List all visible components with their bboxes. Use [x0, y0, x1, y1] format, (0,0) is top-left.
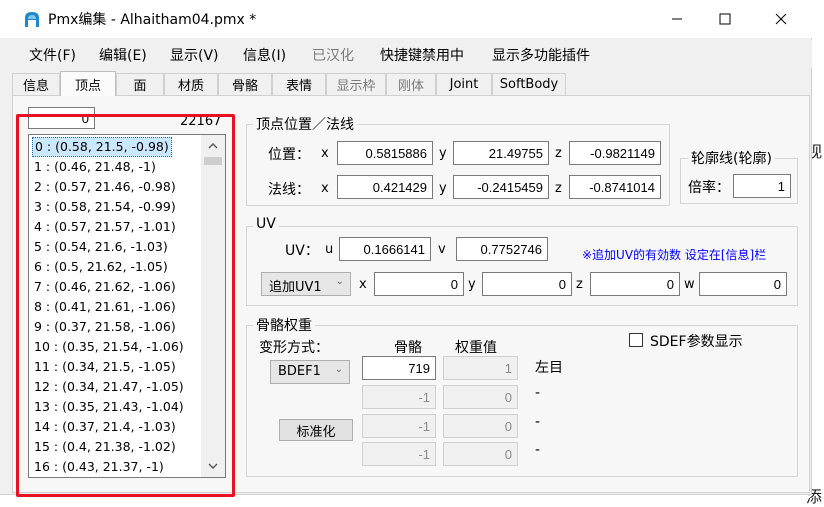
maximize-icon — [719, 13, 731, 25]
tab-label: 顶点 — [74, 78, 101, 94]
menu-view[interactable]: 显示(V) — [170, 45, 219, 65]
tab-info[interactable]: 信息 — [12, 73, 60, 95]
outline-rate-label: 倍率： — [688, 180, 730, 196]
minimize-button[interactable] — [654, 0, 700, 38]
bone4-index-input[interactable] — [362, 442, 436, 466]
tab-joint[interactable]: Joint — [436, 73, 492, 95]
bone4-weight-input[interactable] — [443, 442, 518, 466]
normalize-button[interactable]: 标准化 — [279, 419, 353, 441]
bone1-weight-input[interactable] — [443, 356, 518, 380]
normal-x-label: x — [321, 181, 329, 196]
bone-weight-title: 骨骼权重 — [253, 315, 315, 335]
bone2-weight-input[interactable] — [443, 385, 518, 409]
tab-label: 材质 — [177, 79, 204, 94]
position-z-input[interactable] — [569, 141, 661, 165]
highlight-annotation-box — [16, 114, 235, 497]
uv-u-label: u — [325, 242, 334, 257]
add-uv-w-input[interactable] — [699, 272, 787, 296]
add-uv-select[interactable]: 追加UV1 ⌄ — [261, 272, 351, 296]
position-label: 位置： — [268, 147, 310, 163]
uv-label: UV： — [285, 243, 319, 259]
menu-shortcut-disabled[interactable]: 快捷键禁用中 — [380, 45, 464, 65]
menu-file[interactable]: 文件(F) — [29, 45, 76, 65]
tab-label: 信息 — [22, 79, 49, 94]
tab-label: 骨骼 — [231, 79, 258, 94]
deform-type-value: BDEF1 — [278, 364, 321, 379]
bone3-index-input[interactable] — [362, 414, 436, 438]
position-z-label: z — [555, 146, 562, 161]
bone2-name: - — [535, 385, 541, 401]
normal-y-input[interactable] — [453, 175, 549, 199]
tab-label: 面 — [133, 79, 147, 94]
menu-localized[interactable]: 已汉化 — [312, 45, 354, 65]
add-uv-hint: ※追加UV的有効数 设定在[信息]栏 — [582, 248, 767, 262]
add-uv-y-input[interactable] — [482, 272, 572, 296]
tab-morph[interactable]: 表情 — [272, 73, 326, 95]
bone3-name: - — [535, 414, 541, 430]
deform-label: 变形方式： — [259, 340, 329, 356]
add-uv-x-input[interactable] — [374, 272, 464, 296]
bone2-index-input[interactable] — [362, 385, 436, 409]
bone1-name: 左目 — [535, 360, 563, 376]
outline-title: 轮廓线(轮廓) — [688, 148, 775, 168]
position-normal-title: 顶点位置／法线 — [253, 114, 357, 134]
bone3-weight-input[interactable] — [443, 414, 518, 438]
minimize-icon — [672, 18, 682, 20]
sdef-checkbox[interactable] — [629, 333, 643, 347]
normalize-button-label: 标准化 — [296, 424, 336, 440]
add-uv-x-label: x — [359, 277, 367, 292]
uv-title: UV — [253, 216, 279, 232]
bone1-index-input[interactable] — [362, 356, 436, 380]
bone-header: 骨骼 — [394, 340, 422, 356]
tab-material[interactable]: 材质 — [164, 73, 218, 95]
uv-u-input[interactable] — [339, 237, 431, 261]
pmx-editor-window: Pmx编集 - Alhaitham04.pmx * 文件(F) 编辑(E) 显示… — [0, 0, 812, 497]
normal-y-label: y — [439, 181, 447, 196]
uv-v-input[interactable] — [456, 237, 548, 261]
title-bar[interactable]: Pmx编集 - Alhaitham04.pmx * — [0, 0, 812, 38]
tab-bone[interactable]: 骨骼 — [218, 73, 272, 95]
uv-v-label: v — [438, 242, 446, 257]
tab-label: SoftBody — [499, 77, 559, 92]
close-icon — [775, 13, 787, 25]
close-button[interactable] — [758, 0, 804, 38]
normal-label: 法线： — [268, 182, 310, 198]
menu-info[interactable]: 信息(I) — [243, 45, 286, 65]
app-icon — [25, 12, 39, 27]
position-x-label: x — [321, 146, 329, 161]
add-uv-w-label: w — [684, 277, 695, 292]
add-uv-y-label: y — [468, 277, 476, 292]
weight-header: 权重值 — [455, 340, 497, 356]
add-uv-select-value: 追加UV1 — [269, 280, 322, 295]
tab-label: 刚体 — [397, 79, 424, 94]
tab-label: 表情 — [285, 79, 312, 94]
tab-rigidbody[interactable]: 刚体 — [386, 73, 436, 95]
chevron-down-icon: ⌄ — [335, 276, 344, 287]
position-y-label: y — [439, 146, 447, 161]
chevron-down-icon: ⌄ — [334, 364, 343, 375]
tab-vertex[interactable]: 顶点 — [60, 71, 116, 96]
add-uv-z-label: z — [576, 277, 583, 292]
menu-plugins[interactable]: 显示多功能插件 — [492, 45, 590, 65]
normal-z-input[interactable] — [569, 175, 661, 199]
tab-label: Joint — [449, 77, 479, 92]
outline-rate-input[interactable] — [733, 174, 791, 198]
sdef-checkbox-label[interactable]: SDEF参数显示 — [650, 331, 743, 351]
deform-type-select[interactable]: BDEF1 ⌄ — [270, 360, 350, 384]
tab-face[interactable]: 面 — [116, 73, 164, 95]
normal-z-label: z — [555, 181, 562, 196]
bone4-name: - — [535, 442, 541, 458]
add-uv-z-input[interactable] — [590, 272, 680, 296]
tab-label: 显示枠 — [336, 79, 376, 94]
menu-edit[interactable]: 编辑(E) — [99, 45, 147, 65]
normal-x-input[interactable] — [337, 175, 433, 199]
tab-display-frame[interactable]: 显示枠 — [326, 73, 386, 95]
position-x-input[interactable] — [337, 141, 433, 165]
window-title: Pmx编集 - Alhaitham04.pmx * — [48, 12, 257, 28]
position-y-input[interactable] — [453, 141, 549, 165]
maximize-button[interactable] — [702, 0, 748, 38]
tab-softbody[interactable]: SoftBody — [492, 73, 566, 95]
